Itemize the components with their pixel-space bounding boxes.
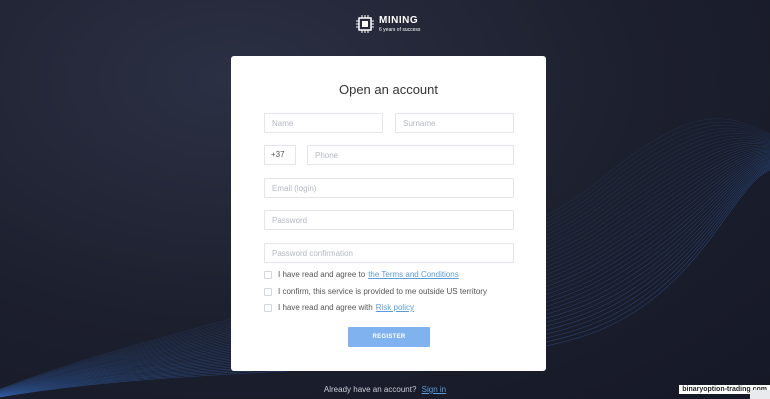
risk-checkbox-row: I have read and agree with Risk policy xyxy=(264,303,414,312)
terms-link[interactable]: the Terms and Conditions xyxy=(368,270,459,279)
risk-policy-link[interactable]: Risk policy xyxy=(376,303,414,312)
brand-logo[interactable]: MINING 6 years of success xyxy=(355,14,420,34)
terms-label: I have read and agree to xyxy=(278,270,366,279)
brand-tagline: 6 years of success xyxy=(379,26,421,33)
registration-card: Open an account +37 I have read and agre… xyxy=(231,56,546,371)
risk-checkbox[interactable] xyxy=(264,303,272,312)
us-confirm-checkbox[interactable] xyxy=(264,287,272,296)
already-account-text: Already have an account? xyxy=(323,385,417,394)
password-confirmation-field[interactable] xyxy=(264,243,514,263)
email-field[interactable] xyxy=(264,178,514,198)
phone-prefix-select[interactable]: +37 xyxy=(264,145,296,165)
terms-checkbox[interactable] xyxy=(264,270,272,279)
name-field[interactable] xyxy=(264,113,383,133)
brand-name: MINING xyxy=(379,14,419,26)
phone-field[interactable] xyxy=(307,145,514,165)
signin-link[interactable]: Sign in xyxy=(422,385,446,394)
us-confirm-checkbox-row: I confirm, this service is provided to m… xyxy=(264,287,487,296)
recaptcha-badge[interactable] xyxy=(750,390,770,399)
form-title: Open an account xyxy=(338,82,439,97)
password-field[interactable] xyxy=(264,210,514,230)
us-confirm-label: I confirm, this service is provided to m… xyxy=(278,287,487,296)
risk-label: I have read and agree with xyxy=(278,303,373,312)
chip-icon xyxy=(356,15,374,33)
register-button[interactable]: REGISTER xyxy=(348,327,430,347)
signin-prompt: Already have an account? Sign in xyxy=(0,385,770,394)
surname-field[interactable] xyxy=(395,113,514,133)
terms-checkbox-row: I have read and agree to the Terms and C… xyxy=(264,270,459,279)
